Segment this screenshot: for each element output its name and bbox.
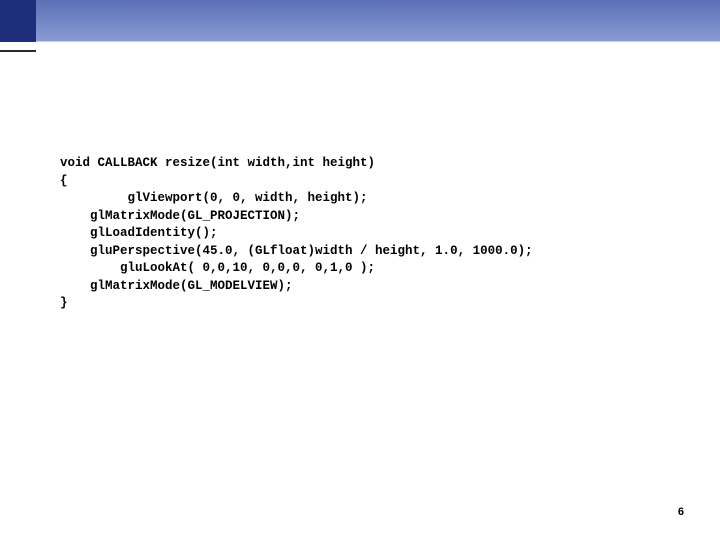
code-line: glLoadIdentity();	[60, 226, 218, 240]
code-line: }	[60, 296, 68, 310]
code-block: void CALLBACK resize(int width,int heigh…	[60, 155, 533, 313]
divider-underline	[0, 42, 36, 52]
header-accent-square	[0, 0, 36, 42]
code-line: glMatrixMode(GL_MODELVIEW);	[60, 279, 293, 293]
header-divider	[0, 42, 720, 52]
slide-header	[0, 0, 720, 42]
code-line: glViewport(0, 0, width, height);	[60, 191, 368, 205]
divider-blank	[36, 42, 720, 52]
code-line: gluPerspective(45.0, (GLfloat)width / he…	[60, 244, 533, 258]
code-line: glMatrixMode(GL_PROJECTION);	[60, 209, 300, 223]
code-line: gluLookAt( 0,0,10, 0,0,0, 0,1,0 );	[60, 261, 375, 275]
header-gradient-bar	[36, 0, 720, 42]
page-number: 6	[678, 506, 684, 518]
code-line: {	[60, 174, 68, 188]
code-line: void CALLBACK resize(int width,int heigh…	[60, 156, 375, 170]
